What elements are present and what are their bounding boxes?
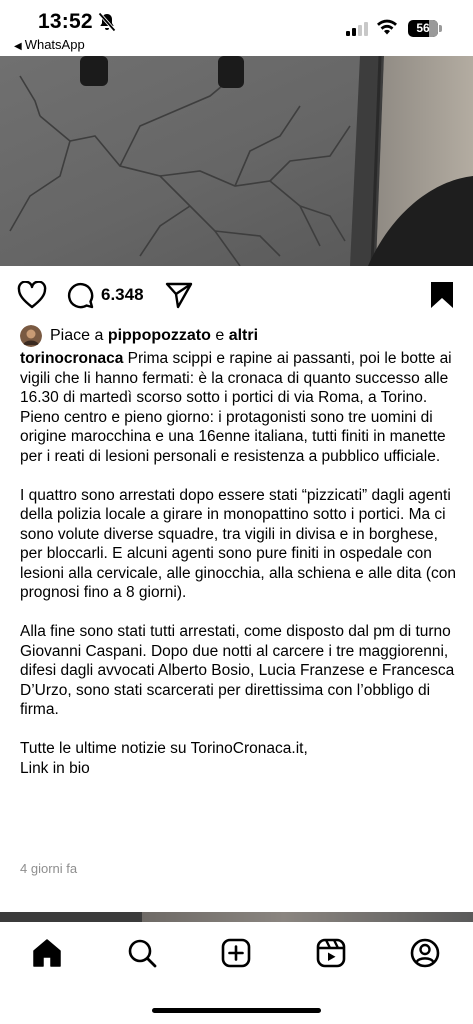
home-indicator[interactable] <box>152 1008 321 1013</box>
caption-username[interactable]: torinocronaca <box>20 350 123 367</box>
post-caption: torinocronaca Prima scippi e rapine ai p… <box>20 349 460 778</box>
wifi-icon <box>377 19 397 35</box>
cellular-signal-icon <box>346 22 370 36</box>
link-in-bio: Link in bio <box>20 759 90 777</box>
caption-paragraph: I quattro sono arrestati dopo essere sta… <box>20 486 456 602</box>
search-icon[interactable] <box>125 936 159 970</box>
back-app-label: WhatsApp <box>24 37 85 52</box>
comment-icon[interactable] <box>66 281 94 309</box>
battery-nub <box>439 25 442 32</box>
next-post-preview[interactable] <box>0 912 473 922</box>
status-bar: 13:52 ◀ WhatsApp 56 <box>0 0 473 56</box>
create-icon[interactable] <box>219 936 253 970</box>
bookmark-icon[interactable] <box>430 281 454 309</box>
likes-summary[interactable]: Piace a pippopozzato e altri <box>20 325 258 347</box>
heart-icon[interactable] <box>17 281 47 309</box>
liker-avatar <box>20 325 42 347</box>
battery-icon: 56 <box>408 20 438 37</box>
bell-muted-icon <box>98 12 116 32</box>
liker-username[interactable]: pippopozzato <box>108 327 211 345</box>
status-time: 13:52 <box>38 10 93 33</box>
post-image-content <box>0 56 473 266</box>
back-to-app-link[interactable]: ◀ WhatsApp <box>14 37 85 52</box>
reels-icon[interactable] <box>314 936 348 970</box>
send-icon[interactable] <box>165 281 193 309</box>
caption-paragraph: Alla fine sono stati tutti arrestati, co… <box>20 623 455 718</box>
likes-conjunction: e <box>210 327 229 344</box>
caption-paragraph: torinocronaca Prima scippi e rapine ai p… <box>20 349 460 466</box>
caption-paragraph: Tutte le ultime notizie su TorinoCronaca… <box>20 739 460 778</box>
likes-others[interactable]: altri <box>229 327 258 345</box>
comment-count[interactable]: 6.348 <box>101 285 144 305</box>
likes-prefix: Piace a <box>50 327 108 344</box>
avatar-image <box>20 325 42 347</box>
home-icon[interactable] <box>30 936 64 970</box>
post-action-bar: 6.348 <box>0 278 473 312</box>
post-image[interactable] <box>0 56 473 266</box>
caption-text: Tutte le ultime notizie su TorinoCronaca… <box>20 740 308 757</box>
post-timestamp: 4 giorni fa <box>20 861 78 876</box>
battery-level: 56 <box>416 21 430 35</box>
caption-text: Prima scippi e rapine ai passanti, poi l… <box>20 350 452 465</box>
profile-icon[interactable] <box>408 936 442 970</box>
